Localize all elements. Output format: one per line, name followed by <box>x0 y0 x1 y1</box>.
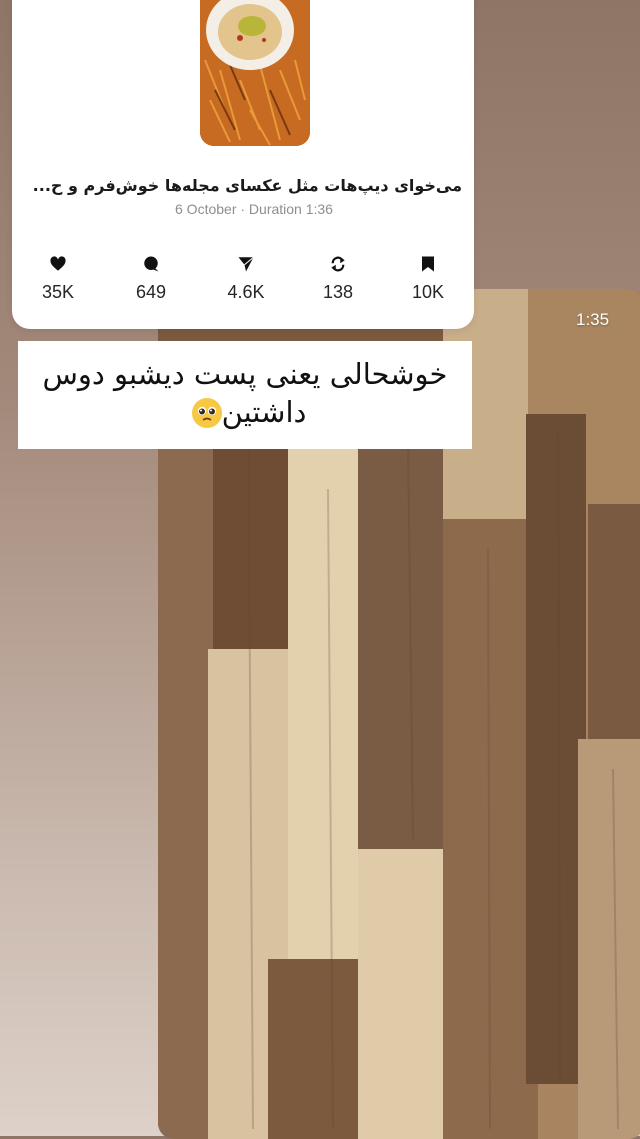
bookmark-icon <box>422 256 434 272</box>
comment-count: 649 <box>135 282 167 302</box>
shared-post-card[interactable]: می‌خوای دیپ‌هات مثل عکسای مجله‌ها خوش‌فر… <box>12 0 474 329</box>
like-stat[interactable]: 35K <box>18 255 98 303</box>
pleading-face-emoji <box>191 398 222 428</box>
save-stat[interactable]: 10K <box>388 255 468 303</box>
save-count: 10K <box>411 282 445 302</box>
like-count: 35K <box>41 282 75 302</box>
heart-icon <box>50 256 66 271</box>
post-meta: 6 October · Duration 1:36 <box>175 201 333 217</box>
text-sticker[interactable]: خوشحالی یعنی پست دیشبو دوس داشتین <box>18 341 472 449</box>
paper-plane-icon <box>238 256 254 272</box>
sticker-text: خوشحالی یعنی پست دیشبو دوس داشتین <box>42 357 448 429</box>
sticker-text-block: خوشحالی یعنی پست دیشبو دوس داشتین <box>18 355 472 431</box>
post-caption: می‌خوای دیپ‌هات مثل عکسای مجله‌ها خوش‌فر… <box>32 176 462 195</box>
repost-stat[interactable]: 138 <box>298 255 378 303</box>
share-stat[interactable]: 4.6K <box>206 255 286 303</box>
video-timestamp: 1:35 <box>576 310 610 329</box>
share-count: 4.6K <box>227 282 265 302</box>
repost-arrows-icon <box>331 256 345 272</box>
comment-stat[interactable]: 649 <box>111 255 191 303</box>
post-thumbnail[interactable] <box>200 0 310 146</box>
hummus-food-image <box>200 0 310 146</box>
repost-count: 138 <box>322 282 354 302</box>
comment-bubble-icon <box>144 256 159 272</box>
